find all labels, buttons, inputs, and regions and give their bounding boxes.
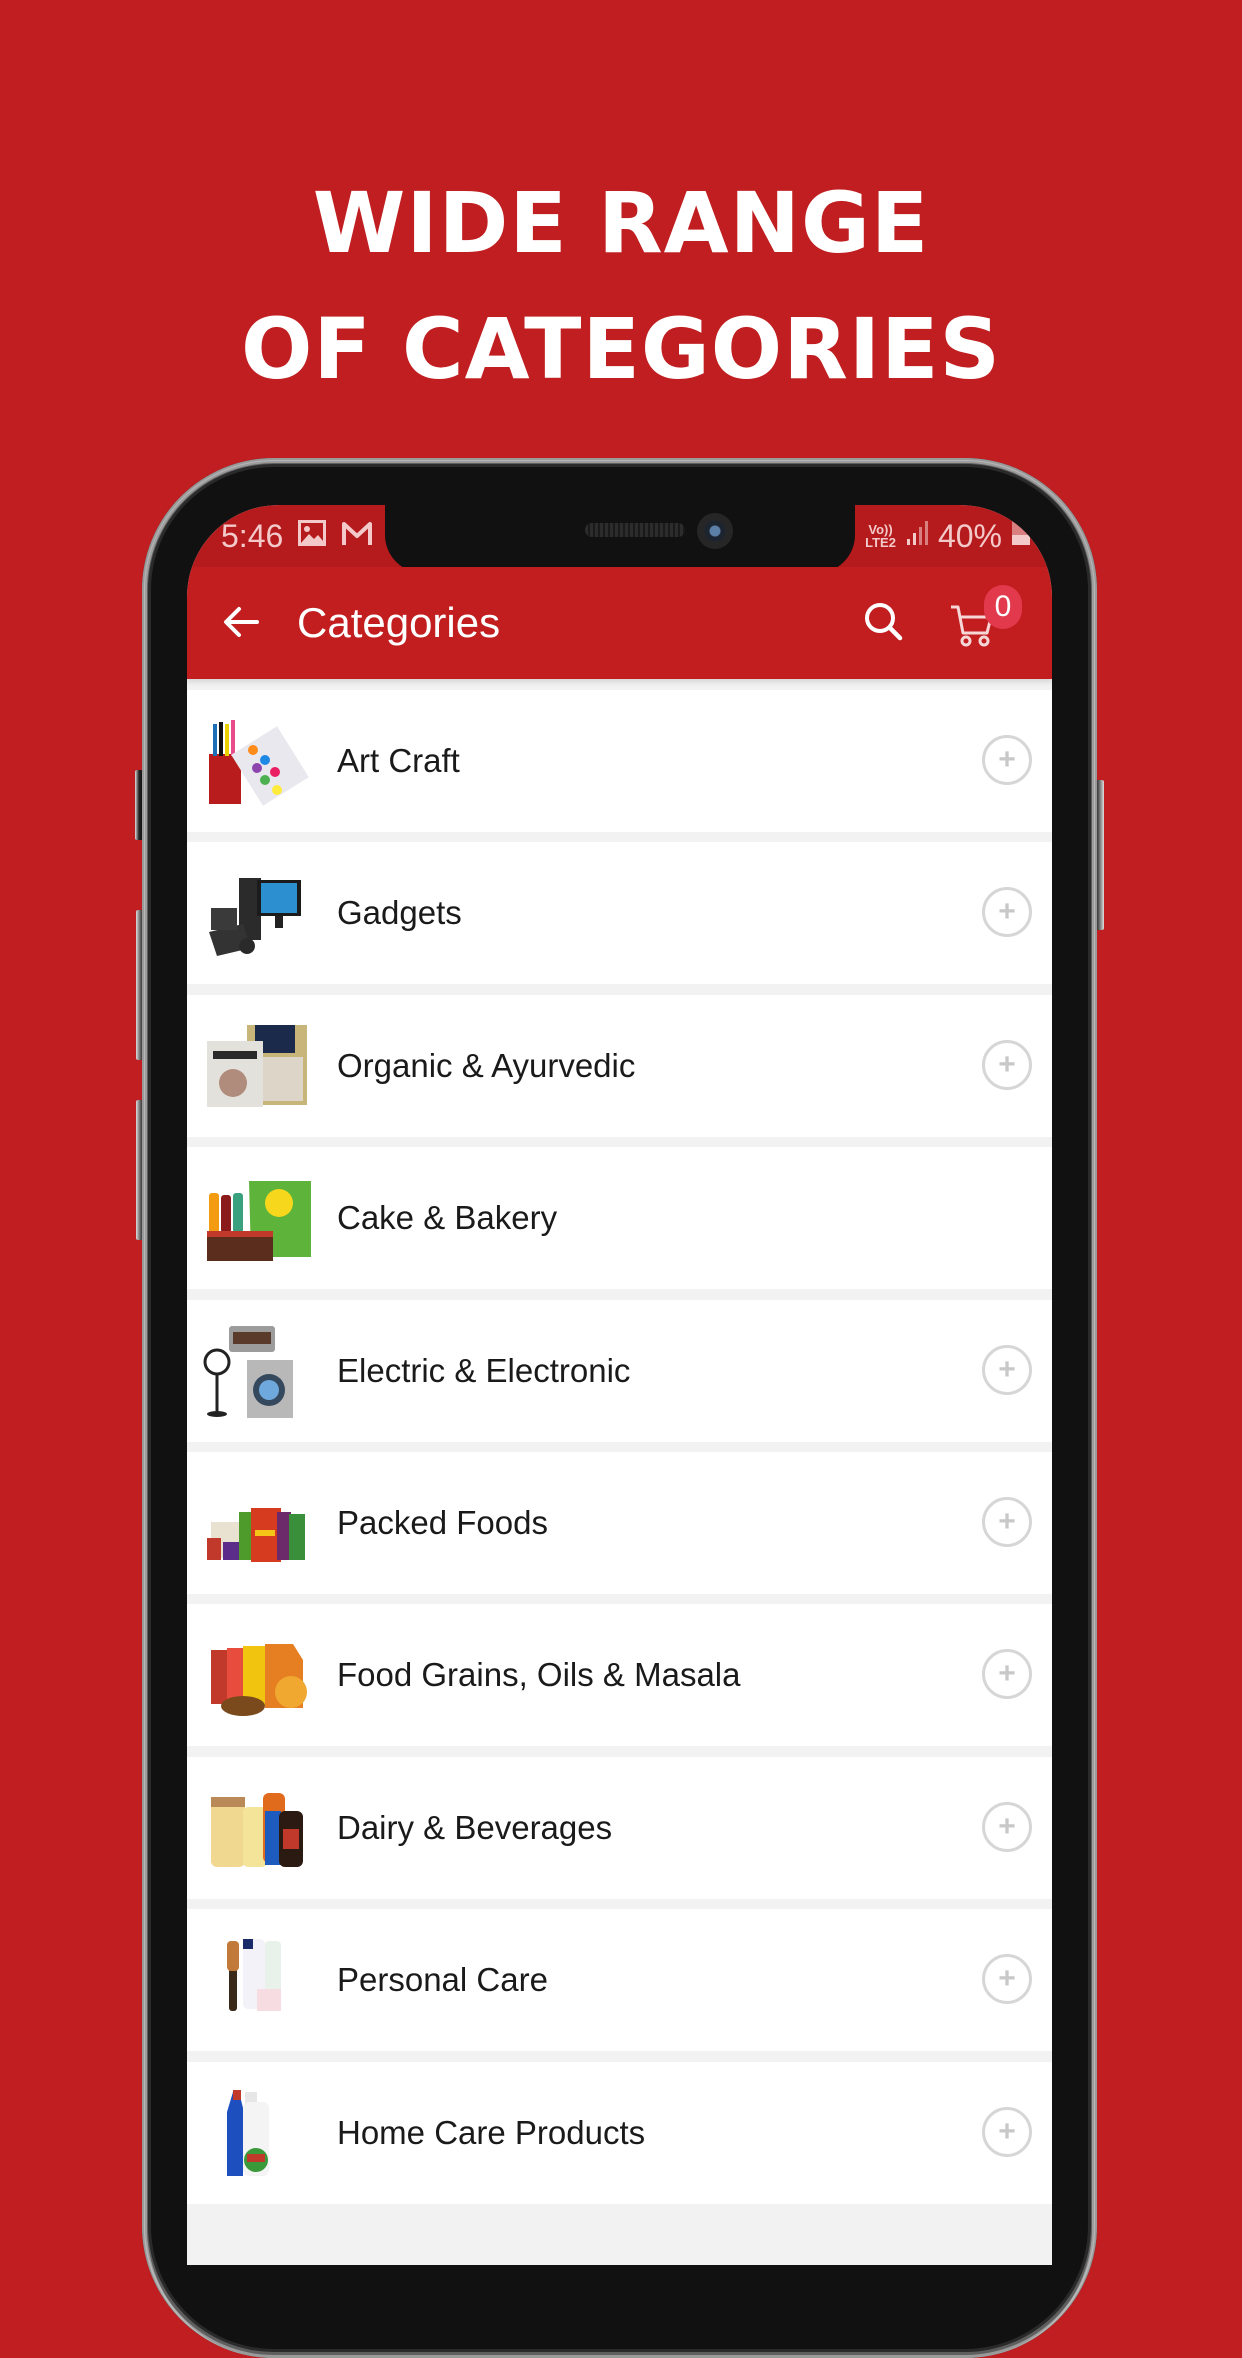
phone-power-button: [1096, 780, 1104, 930]
add-button[interactable]: +: [982, 1954, 1032, 2005]
add-button[interactable]: +: [982, 1039, 1032, 1090]
plus-icon: +: [998, 895, 1016, 929]
plus-icon: +: [998, 743, 1016, 776]
gallery-icon: [297, 518, 327, 555]
category-row[interactable]: Personal Care +: [187, 1909, 1052, 2052]
category-label: Food Grains, Oils & Masala: [337, 1656, 741, 1694]
plus-icon: +: [998, 1352, 1016, 1386]
organic-image: [203, 1021, 315, 1113]
battery-icon: [1012, 518, 1030, 555]
category-list: Art Craft + Gadgets + Organic & Ayurvedi…: [187, 690, 1052, 2214]
add-button[interactable]: +: [982, 1344, 1032, 1395]
category-row[interactable]: Cake & Bakery: [187, 1147, 1052, 1290]
plus-icon: +: [998, 1809, 1016, 1843]
category-label: Cake & Bakery: [337, 1199, 558, 1237]
speaker-grille: [585, 523, 685, 537]
category-row[interactable]: Electric & Electronic +: [187, 1299, 1052, 1442]
search-button[interactable]: [859, 597, 909, 647]
app-header: Categories 0: [187, 567, 1052, 679]
personal-care-image: [203, 1935, 315, 2027]
category-label: Gadgets: [337, 894, 462, 932]
add-button[interactable]: +: [982, 887, 1032, 938]
camera-notch: [385, 505, 855, 573]
category-label: Home Care Products: [337, 2113, 646, 2151]
headline-line-2: OF CATEGORIES: [240, 300, 1002, 398]
gadgets-image: [203, 868, 315, 960]
art-craft-image: [203, 716, 315, 808]
electronics-image: [203, 1325, 315, 1418]
add-button[interactable]: +: [982, 2106, 1032, 2157]
category-row[interactable]: Food Grains, Oils & Masala +: [187, 1604, 1052, 1747]
promo-headline: WIDE RANGE OF CATEGORIES: [0, 160, 1242, 412]
category-label: Electric & Electronic: [337, 1351, 631, 1389]
plus-icon: +: [998, 1504, 1016, 1538]
phone-screen: 5:46 Vo)) LTE2 40% Categories 0 Art Craf…: [187, 505, 1052, 2265]
dairy-image: [203, 1783, 315, 1875]
category-row[interactable]: Home Care Products +: [187, 2061, 1052, 2204]
grains-image: [203, 1630, 315, 1722]
headline-line-1: WIDE RANGE: [312, 174, 930, 272]
category-row[interactable]: Art Craft +: [187, 690, 1052, 832]
plus-icon: +: [998, 1962, 1016, 1996]
plus-icon: +: [998, 1047, 1016, 1081]
status-time: 5:46: [221, 517, 284, 554]
front-camera: [697, 513, 733, 549]
arrow-left-icon: [224, 607, 259, 637]
add-button[interactable]: +: [982, 1496, 1032, 1547]
category-label: Dairy & Beverages: [337, 1808, 613, 1846]
category-label: Packed Foods: [337, 1503, 548, 1541]
category-row[interactable]: Gadgets +: [187, 842, 1052, 985]
back-button[interactable]: [217, 597, 267, 647]
category-row[interactable]: Organic & Ayurvedic +: [187, 994, 1052, 1137]
category-label: Organic & Ayurvedic: [337, 1046, 636, 1084]
category-label: Personal Care: [337, 1961, 548, 1999]
home-care-image: [203, 2088, 315, 2180]
category-row[interactable]: Packed Foods +: [187, 1451, 1052, 1594]
category-row[interactable]: Dairy & Beverages +: [187, 1756, 1052, 1899]
packed-foods-image: [203, 1478, 315, 1570]
bakery-image: [203, 1173, 315, 1265]
battery-percent: 40%: [937, 517, 1002, 554]
gmail-icon: [341, 518, 373, 555]
plus-icon: +: [998, 2114, 1016, 2148]
page-title: Categories: [297, 599, 501, 646]
signal-icon: [906, 518, 928, 555]
category-label: Art Craft: [337, 742, 460, 779]
plus-icon: +: [998, 1657, 1016, 1691]
status-bar: 5:46 Vo)) LTE2 40%: [187, 505, 1052, 573]
add-button[interactable]: +: [982, 1801, 1032, 1852]
search-icon: [865, 603, 903, 641]
add-button[interactable]: +: [982, 735, 1032, 785]
add-button[interactable]: +: [982, 1649, 1032, 1700]
cart-count-badge: 0: [984, 585, 1022, 629]
volte-indicator: Vo)) LTE2: [865, 522, 896, 550]
